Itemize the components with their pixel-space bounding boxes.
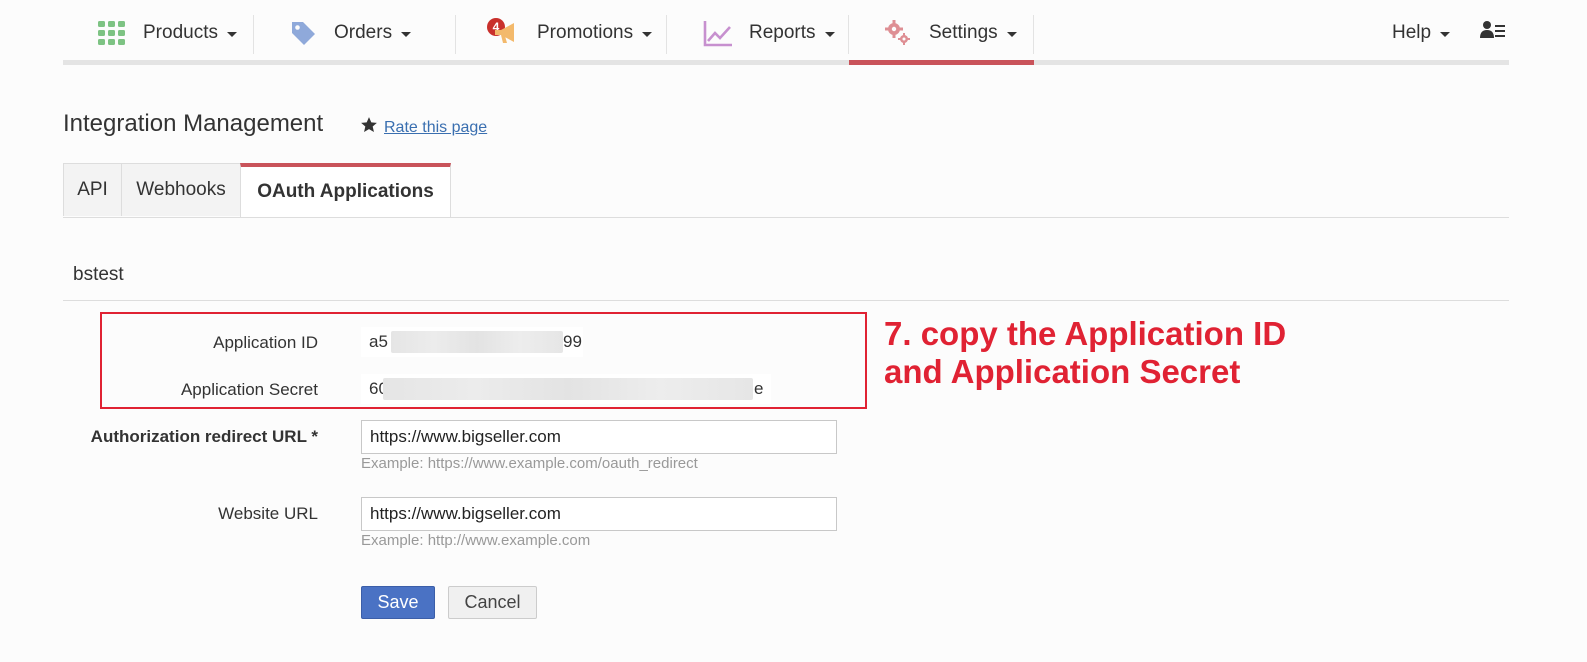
redirect-url-input[interactable]: https://www.bigseller.com xyxy=(361,420,837,454)
star-icon xyxy=(360,116,378,139)
top-nav: Products Orders 4 Promotions Reports Set… xyxy=(63,0,1509,66)
annotation-line-2: and Application Secret xyxy=(884,353,1241,390)
redirect-url-label: Authorization redirect URL * xyxy=(90,427,318,446)
redirect-url-hint: Example: https://www.example.com/oauth_r… xyxy=(361,455,698,472)
rate-page-link[interactable]: Rate this page xyxy=(384,119,487,137)
gear-icon xyxy=(883,18,913,48)
nav-promotions-label: Promotions xyxy=(537,22,634,43)
nav-products[interactable]: Products xyxy=(97,0,237,66)
chevron-down-icon xyxy=(401,31,412,37)
tab-bar: API Webhooks OAuth Applications xyxy=(63,163,1509,218)
nav-settings-label: Settings xyxy=(929,22,998,43)
nav-divider xyxy=(455,15,456,54)
user-menu[interactable] xyxy=(1480,0,1506,66)
section-divider xyxy=(63,300,1509,301)
cancel-button[interactable]: Cancel xyxy=(448,586,537,619)
nav-help-label: Help xyxy=(1392,22,1432,43)
nav-orders[interactable]: Orders xyxy=(288,0,412,66)
nav-orders-label: Orders xyxy=(334,22,393,43)
chevron-down-icon xyxy=(642,31,653,37)
annotation-text: 7. copy the Application ID and Applicati… xyxy=(884,315,1286,391)
website-url-label: Website URL xyxy=(218,504,318,523)
nav-products-label: Products xyxy=(143,22,218,43)
nav-active-indicator xyxy=(849,60,1034,65)
chevron-down-icon xyxy=(1006,31,1017,37)
nav-divider xyxy=(666,15,667,54)
tag-icon xyxy=(288,18,318,48)
chevron-down-icon xyxy=(824,31,835,37)
website-url-input[interactable]: https://www.bigseller.com xyxy=(361,497,837,531)
nav-promotions[interactable]: Promotions xyxy=(491,0,653,66)
save-button[interactable]: Save xyxy=(361,586,435,619)
page-title: Integration Management xyxy=(63,110,324,137)
chart-icon xyxy=(703,18,733,48)
application-name: bstest xyxy=(73,264,124,285)
nav-divider xyxy=(1033,15,1034,54)
nav-settings[interactable]: Settings xyxy=(883,0,1017,66)
tab-oauth-applications[interactable]: OAuth Applications xyxy=(240,163,451,217)
nav-divider xyxy=(253,15,254,54)
nav-underline xyxy=(63,60,1509,65)
megaphone-icon xyxy=(491,18,521,48)
grid-icon xyxy=(97,18,127,48)
tab-webhooks[interactable]: Webhooks xyxy=(121,163,241,216)
website-url-hint: Example: http://www.example.com xyxy=(361,532,591,549)
annotation-line-1: 7. copy the Application ID xyxy=(884,315,1287,352)
nav-reports-label: Reports xyxy=(749,22,816,43)
rate-page: Rate this page xyxy=(360,116,487,139)
nav-divider xyxy=(848,15,849,54)
annotation-highlight-box xyxy=(100,312,867,409)
nav-help[interactable]: Help xyxy=(1392,0,1451,66)
user-list-icon xyxy=(1480,20,1506,46)
chevron-down-icon xyxy=(1440,31,1451,37)
chevron-down-icon xyxy=(226,31,237,37)
tab-api[interactable]: API xyxy=(63,163,122,216)
nav-reports[interactable]: Reports xyxy=(703,0,835,66)
